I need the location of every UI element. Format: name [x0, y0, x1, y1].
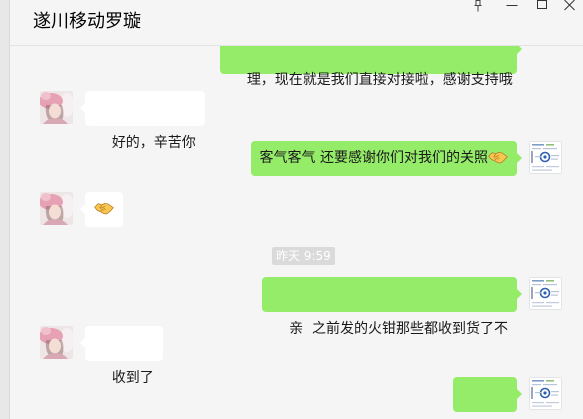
message-text: 收到了	[111, 370, 154, 386]
maximize-icon	[537, 0, 547, 9]
message-bubble-received[interactable]	[80, 192, 123, 227]
self-avatar[interactable]	[529, 277, 562, 310]
message-bubble-received[interactable]: 收到了	[80, 326, 163, 386]
message-text: 亲 之前发的火钳那些都收到货了不	[289, 321, 508, 337]
conversation-list-edge	[0, 0, 10, 419]
message-timestamp: 昨天 9:59	[272, 247, 335, 265]
handshake-icon	[94, 201, 114, 216]
message-bubble-sent[interactable]: 亲 之前发的火钳那些都收到货了不	[262, 277, 522, 337]
maximize-button[interactable]	[536, 0, 550, 12]
self-avatar[interactable]	[529, 141, 562, 174]
message-text: 好的，辛苦你	[111, 135, 196, 151]
minimize-icon	[506, 5, 518, 6]
chat-title: 遂川移动罗璇	[33, 11, 141, 32]
message-bubble-sent[interactable]: 理，现在就是我们直接对接啦，感谢支持哦	[220, 46, 522, 88]
close-button[interactable]	[563, 0, 577, 12]
contact-avatar[interactable]	[40, 326, 73, 359]
message-text: 理，现在就是我们直接对接啦，感谢支持哦	[246, 72, 513, 88]
chat-header: 遂川移动罗璇	[10, 0, 583, 46]
message-text: 客气客气 还要感谢你们对我们的关照	[259, 150, 488, 166]
message-bubble-received[interactable]: 好的，辛苦你	[80, 91, 205, 151]
minimize-button[interactable]	[505, 0, 519, 12]
contact-avatar[interactable]	[40, 91, 73, 124]
message-list[interactable]: 理，现在就是我们直接对接啦，感谢支持哦 好的，辛苦你 客气客气 还要感谢你们对我…	[10, 46, 583, 419]
handshake-icon	[488, 150, 508, 165]
message-bubble-sent[interactable]: 好滴	[453, 377, 522, 412]
message-bubble-sent[interactable]: 客气客气 还要感谢你们对我们的关照	[250, 141, 523, 176]
pin-icon[interactable]	[471, 0, 485, 12]
self-avatar[interactable]	[529, 377, 562, 410]
close-icon	[564, 0, 575, 11]
contact-avatar[interactable]	[40, 192, 73, 225]
